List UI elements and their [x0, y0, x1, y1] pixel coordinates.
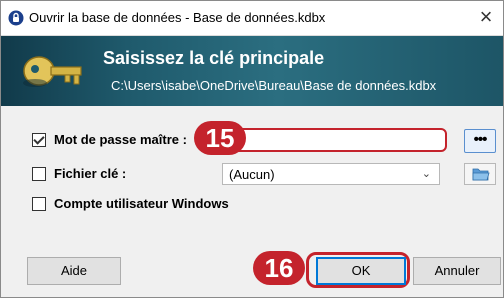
banner-title: Saisissez la clé principale [103, 48, 325, 68]
cancel-button[interactable]: Annuler [413, 257, 501, 285]
browse-key-file-button[interactable] [464, 163, 496, 185]
master-password-input[interactable] [223, 128, 447, 152]
database-path: C:\Users\isabe\OneDrive\Bureau\Base de d… [111, 78, 437, 93]
folder-icon [472, 168, 490, 181]
step-badge-15: 15 [194, 121, 246, 155]
open-database-dialog: Ouvrir la base de données - Base de donn… [0, 0, 504, 298]
lock-icon [8, 10, 24, 26]
key-file-label: Fichier clé : [54, 166, 127, 181]
master-password-checkbox[interactable] [32, 133, 46, 147]
master-password-label: Mot de passe maître : [54, 132, 187, 147]
windows-account-checkbox[interactable] [32, 197, 46, 211]
ok-button[interactable]: OK [316, 257, 406, 285]
key-file-value: (Aucun) [229, 167, 275, 182]
title-bar: Ouvrir la base de données - Base de donn… [1, 1, 503, 36]
window-title: Ouvrir la base de données - Base de donn… [29, 10, 326, 25]
windows-account-label: Compte utilisateur Windows [54, 196, 229, 211]
chevron-down-icon: ⌄ [421, 168, 431, 180]
close-button[interactable]: × [467, 1, 503, 35]
header-banner: Saisissez la clé principale C:\Users\isa… [1, 36, 503, 106]
help-button[interactable]: Aide [27, 257, 121, 285]
key-file-checkbox[interactable] [32, 167, 46, 181]
show-password-button[interactable]: ••• [464, 129, 496, 153]
step-badge-16: 16 [253, 251, 305, 285]
key-file-select[interactable]: (Aucun) ⌄ [222, 163, 440, 185]
key-icon [23, 56, 82, 87]
